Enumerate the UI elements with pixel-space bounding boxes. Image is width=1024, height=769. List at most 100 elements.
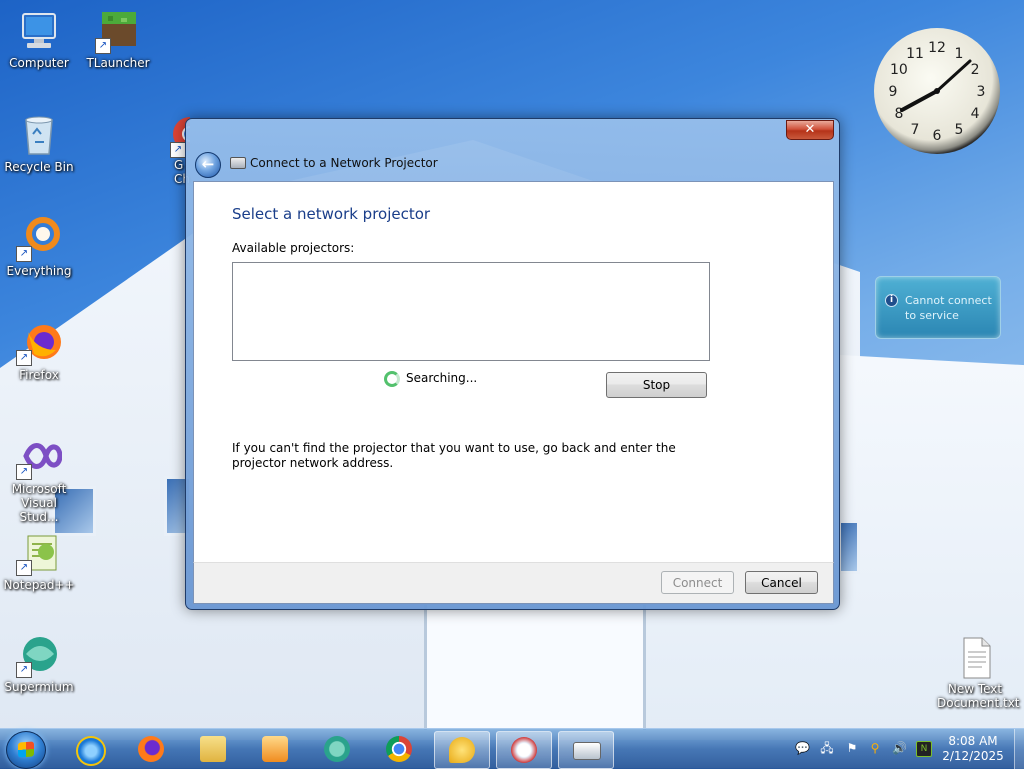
tray-volume-icon[interactable]: 🔊 xyxy=(892,741,907,755)
desktop-icon-tlauncher[interactable]: ↗ TLauncher xyxy=(82,8,154,70)
clock-numeral: 3 xyxy=(977,84,986,100)
tray-search-icon[interactable]: ⚲ xyxy=(868,741,882,755)
taskbar-chrome[interactable] xyxy=(372,731,426,767)
wallpaper-gap xyxy=(424,605,646,730)
everything-search-icon: ↗ xyxy=(16,216,62,262)
cancel-button[interactable]: Cancel xyxy=(745,571,818,594)
clock-gadget[interactable]: 12 1 2 3 4 5 6 7 8 9 10 11 xyxy=(874,28,1000,154)
tray-chat-icon[interactable]: 💬 xyxy=(795,741,810,755)
clock-numeral: 1 xyxy=(955,46,964,62)
internet-explorer-icon xyxy=(76,736,106,766)
desktop-icon-visual-studio[interactable]: ↗ Microsoft Visual Stud... xyxy=(3,434,75,524)
desktop-icon-firefox[interactable]: ↗ Firefox xyxy=(3,320,75,382)
desktop-icon-label: Computer xyxy=(9,56,69,70)
text-document-icon xyxy=(952,634,998,680)
dialog-footer: Connect Cancel xyxy=(193,562,834,604)
desktop-icon-label: Firefox xyxy=(19,368,59,382)
show-desktop-button[interactable] xyxy=(1014,729,1024,769)
chrome-icon xyxy=(386,736,412,762)
clock-numeral: 6 xyxy=(933,128,942,144)
taskbar: 💬 🖧 ⚑ ⚲ 🔊 N 8:08 AM 2/12/2025 xyxy=(0,728,1024,769)
taskbar-firefox[interactable] xyxy=(124,731,178,767)
clock-numeral: 4 xyxy=(971,106,980,122)
start-button[interactable] xyxy=(6,731,46,769)
taskbar-network-projector[interactable] xyxy=(558,731,614,769)
clock-numeral: 5 xyxy=(955,122,964,138)
tray-action-center-flag-icon[interactable]: ⚑ xyxy=(845,741,859,755)
visual-studio-icon: ↗ xyxy=(16,434,63,480)
shortcut-arrow-icon: ↗ xyxy=(16,246,32,262)
taskbar-file-explorer[interactable] xyxy=(186,731,240,767)
network-projector-icon xyxy=(573,742,601,760)
desktop-icon-label: Recycle Bin xyxy=(4,160,74,174)
desktop-icon-label: New Text Document.txt xyxy=(937,682,1020,710)
clock-hour-hand xyxy=(900,89,939,112)
notepad-plus-plus-icon: ↗ xyxy=(16,530,62,576)
firefox-icon: ↗ xyxy=(16,320,62,366)
clock-numeral: 11 xyxy=(906,46,924,62)
shortcut-arrow-icon: ↗ xyxy=(170,142,186,158)
info-icon: i xyxy=(885,294,898,307)
shortcut-arrow-icon: ↗ xyxy=(16,350,32,366)
desktop-icon-label: TLauncher xyxy=(86,56,150,70)
desktop-icon-new-text-document[interactable]: New Text Document.txt xyxy=(937,634,1020,710)
tlauncher-icon: ↗ xyxy=(95,8,141,54)
back-button[interactable]: ← xyxy=(195,152,221,178)
taskbar-snipping-tool[interactable] xyxy=(496,731,552,769)
taskbar-supermium[interactable] xyxy=(310,731,364,767)
notice-line-1: Cannot connect xyxy=(905,294,992,307)
tray-network-icon[interactable]: 🖧 xyxy=(820,741,834,755)
supermium-icon: ↗ xyxy=(16,632,62,678)
network-projector-dialog: ✕ ← Connect to a Network Projector Selec… xyxy=(185,118,840,610)
taskbar-internet-explorer[interactable] xyxy=(62,731,116,767)
available-projectors-label: Available projectors: xyxy=(232,241,355,255)
tray-nvidia-icon[interactable]: N xyxy=(916,741,932,757)
help-text: If you can't find the projector that you… xyxy=(232,441,676,470)
desktop-icon-notepad-plus-plus[interactable]: ↗ Notepad++ xyxy=(3,530,75,592)
media-player-icon xyxy=(262,736,288,762)
clock-minute-hand xyxy=(935,59,972,93)
desktop-icon-everything[interactable]: ↗ Everything xyxy=(3,216,75,278)
firefox-icon xyxy=(138,736,164,762)
available-projectors-list[interactable] xyxy=(232,262,710,361)
service-notice-gadget[interactable]: i Cannot connect to service xyxy=(875,276,1001,339)
taskbar-date: 2/12/2025 xyxy=(942,749,1004,763)
clock-numeral: 10 xyxy=(890,62,908,78)
network-projector-icon xyxy=(230,157,246,169)
back-arrow-icon: ← xyxy=(201,155,215,173)
wallpaper-window xyxy=(838,520,860,574)
shortcut-arrow-icon: ↗ xyxy=(95,38,111,54)
shortcut-arrow-icon: ↗ xyxy=(16,662,32,678)
taskbar-time: 8:08 AM xyxy=(948,734,998,748)
close-button[interactable]: ✕ xyxy=(786,120,834,140)
clock-numeral: 12 xyxy=(928,40,946,56)
folder-icon xyxy=(200,736,226,762)
close-icon: ✕ xyxy=(804,122,816,137)
searching-spinner-icon xyxy=(384,371,400,387)
searching-status: Searching... xyxy=(406,371,478,385)
clock-numeral: 2 xyxy=(971,62,980,78)
supermium-icon xyxy=(324,736,350,762)
desktop-icon-label: Microsoft Visual Stud... xyxy=(11,482,67,524)
desktop-icon-supermium[interactable]: ↗ Supermium xyxy=(3,632,75,694)
snipping-tool-icon xyxy=(511,737,537,763)
recycle-bin-icon xyxy=(16,112,62,158)
shortcut-arrow-icon: ↗ xyxy=(16,560,32,576)
dialog-heading: Select a network projector xyxy=(232,205,431,223)
windows-logo-icon xyxy=(18,741,34,758)
desktop-icon-label: Supermium xyxy=(4,680,74,694)
notice-line-2: to service xyxy=(905,309,959,322)
clock-numeral: 9 xyxy=(889,84,898,100)
taskbar-clock[interactable]: 8:08 AM 2/12/2025 xyxy=(933,734,1013,764)
connect-button[interactable]: Connect xyxy=(661,571,734,594)
clock-numeral: 7 xyxy=(911,122,920,138)
desktop-icon-label: Notepad++ xyxy=(3,578,75,592)
desktop-icon-recycle-bin[interactable]: Recycle Bin xyxy=(3,112,75,174)
clock-face: 12 1234567891011 xyxy=(889,40,986,144)
service-notice-text: Cannot connect to service xyxy=(905,293,992,323)
desktop-icon-computer[interactable]: Computer xyxy=(3,8,75,70)
stop-button[interactable]: Stop xyxy=(606,372,707,398)
taskbar-chat-app[interactable] xyxy=(434,731,490,769)
taskbar-media-player[interactable] xyxy=(248,731,302,767)
speech-bubble-icon xyxy=(449,737,475,763)
